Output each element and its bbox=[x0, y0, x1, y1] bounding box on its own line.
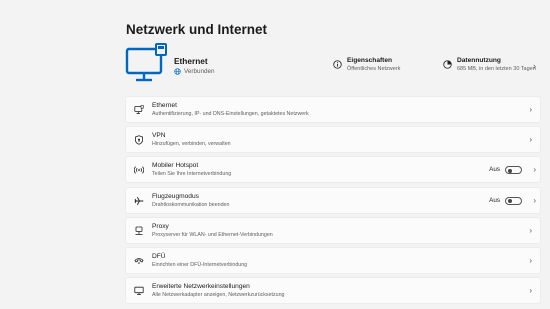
list-item-advanced-network-settings[interactable]: Erweiterte Netzwerkeinstellungen Alle Ne… bbox=[125, 277, 541, 305]
list-item-title: Proxy bbox=[152, 222, 169, 230]
airplane-icon bbox=[134, 196, 144, 205]
properties-subtitle: Öffentliches Netzwerk bbox=[347, 66, 401, 72]
globe-icon bbox=[174, 68, 181, 75]
list-item-mobile-hotspot[interactable]: Mobiler Hotspot Teilen Sie Ihre Internet… bbox=[125, 156, 541, 184]
chevron-right-icon: › bbox=[533, 165, 536, 175]
data-usage-subtitle: 685 MB, in den letzten 30 Tagen bbox=[457, 66, 536, 72]
toggle-state-label: Aus bbox=[489, 166, 500, 174]
connection-name: Ethernet bbox=[174, 56, 208, 66]
airplane-mode-toggle[interactable] bbox=[505, 196, 522, 205]
connection-status: Verbunden bbox=[174, 68, 214, 75]
page-title: Netzwerk und Internet bbox=[126, 22, 268, 37]
list-item-proxy[interactable]: Proxy Proxyserver für WLAN- und Ethernet… bbox=[125, 216, 541, 244]
chevron-right-icon: › bbox=[529, 135, 532, 145]
chevron-right-icon: › bbox=[529, 255, 532, 265]
monitor-icon bbox=[134, 286, 144, 296]
list-item-airplane-mode[interactable]: Flugzeugmodus Drahtloskommunikation been… bbox=[125, 186, 541, 214]
list-item-title: VPN bbox=[152, 132, 166, 140]
proxy-icon bbox=[135, 226, 143, 235]
list-item-vpn[interactable]: VPN Hinzufügen, verbinden, verwalten › bbox=[125, 126, 541, 154]
settings-list: Ethernet Authentifizierung, IP- und DNS-… bbox=[125, 96, 541, 307]
chevron-right-icon: › bbox=[533, 195, 536, 205]
toggle-state-label: Aus bbox=[489, 196, 500, 204]
list-item-subtitle: Hinzufügen, verbinden, verwalten bbox=[152, 141, 231, 148]
list-item-subtitle: Einrichten einer DFÜ-Internetverbindung bbox=[152, 261, 248, 268]
properties-title: Eigenschaften bbox=[347, 57, 393, 64]
connection-status-label: Verbunden bbox=[184, 68, 215, 75]
list-item-title: Flugzeugmodus bbox=[152, 192, 199, 200]
list-item-dialup[interactable]: DFÜ Einrichten einer DFÜ-Internetverbind… bbox=[125, 246, 541, 274]
list-item-title: DFÜ bbox=[152, 252, 166, 260]
dialup-icon bbox=[134, 258, 144, 264]
list-item-ethernet[interactable]: Ethernet Authentifizierung, IP- und DNS-… bbox=[125, 96, 541, 123]
list-item-title: Mobiler Hotspot bbox=[152, 162, 199, 170]
mobile-hotspot-toggle[interactable] bbox=[505, 166, 522, 175]
list-item-title: Erweiterte Netzwerkeinstellungen bbox=[152, 283, 250, 291]
list-item-subtitle: Teilen Sie Ihre Internetverbindung bbox=[152, 171, 232, 178]
list-item-subtitle: Authentifizierung, IP- und DNS-Einstellu… bbox=[152, 111, 309, 117]
chevron-right-icon: › bbox=[529, 105, 532, 114]
ethernet-icon bbox=[134, 105, 144, 115]
data-usage-title: Datennutzung bbox=[457, 57, 501, 64]
shield-icon bbox=[135, 135, 143, 145]
chevron-right-icon: › bbox=[529, 286, 532, 296]
chevron-right-icon[interactable]: › bbox=[533, 61, 536, 71]
list-item-title: Ethernet bbox=[152, 102, 177, 109]
list-item-subtitle: Alle Netzwerkadapter anzeigen, Netzwerkz… bbox=[152, 292, 285, 299]
list-item-subtitle: Proxyserver für WLAN- und Ethernet-Verbi… bbox=[152, 231, 273, 238]
chevron-right-icon: › bbox=[529, 225, 532, 235]
properties-link[interactable]: Eigenschaften Öffentliches Netzwerk bbox=[333, 57, 400, 72]
data-usage-link[interactable]: Datennutzung 685 MB, in den letzten 30 T… bbox=[443, 57, 536, 72]
info-icon bbox=[333, 60, 342, 69]
ethernet-monitor-icon bbox=[125, 43, 167, 82]
list-item-subtitle: Drahtloskommunikation beenden bbox=[152, 201, 230, 208]
hotspot-icon bbox=[134, 166, 144, 175]
data-usage-icon bbox=[443, 60, 452, 69]
